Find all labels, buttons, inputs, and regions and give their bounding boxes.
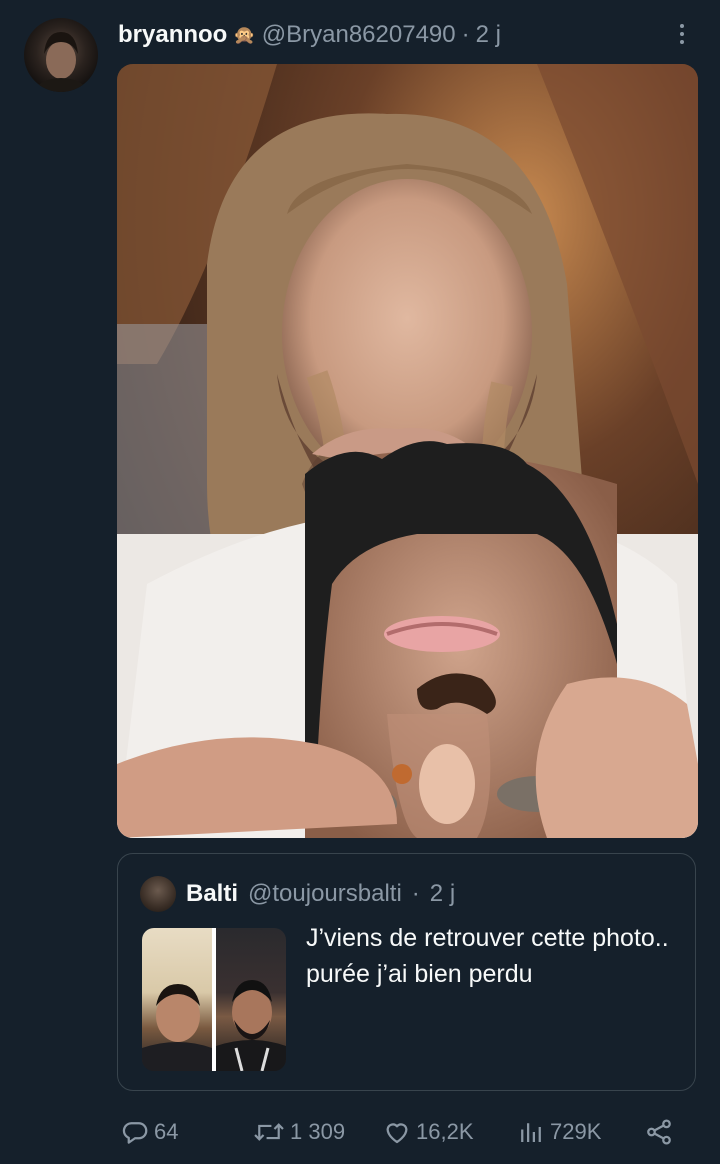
retweet-count: 1 309 xyxy=(290,1119,346,1144)
reply-count: 64 xyxy=(154,1119,179,1144)
reply-icon xyxy=(120,1117,150,1147)
like-button[interactable]: 16,2K xyxy=(382,1110,474,1154)
quoted-tweet-text: J’viens de retrouver cette photo.. purée… xyxy=(306,924,669,988)
retweet-icon xyxy=(252,1117,286,1147)
views-count: 729K xyxy=(550,1119,602,1144)
retweet-button[interactable]: 1 309 xyxy=(252,1110,345,1154)
quoted-tweet-header: Balti @toujoursbalti · 2 j xyxy=(140,876,455,912)
more-icon[interactable] xyxy=(666,20,698,48)
quoted-author-avatar xyxy=(140,876,176,912)
thumbnail-left-photo xyxy=(142,928,212,1071)
views-icon xyxy=(516,1117,546,1147)
quoted-tweet-time: 2 j xyxy=(429,880,456,907)
tweet-header: bryannoo 🙊 @Bryan86207490 · 2 j xyxy=(118,18,501,52)
quoted-tweet[interactable]: Balti @toujoursbalti · 2 j J’viens de re… xyxy=(117,853,696,1091)
reply-button[interactable]: 64 xyxy=(120,1110,178,1154)
like-icon xyxy=(382,1117,412,1147)
author-avatar[interactable] xyxy=(24,18,98,92)
author-name[interactable]: bryannoo xyxy=(118,21,227,49)
share-icon xyxy=(644,1117,674,1147)
thumbnail-right-photo xyxy=(216,928,286,1071)
quoted-separator-dot: · xyxy=(411,880,420,907)
tweet-actions-bar: 64 1 309 16,2K 729K xyxy=(118,1110,698,1154)
tweet-media-image[interactable] xyxy=(117,64,698,838)
quoted-author-name: Balti xyxy=(186,880,239,907)
views-button[interactable]: 729K xyxy=(516,1110,601,1154)
like-count: 16,2K xyxy=(416,1119,474,1144)
tweet-time[interactable]: 2 j xyxy=(476,21,501,49)
quoted-tweet-thumbnail xyxy=(142,928,286,1071)
separator-dot: · xyxy=(461,21,470,48)
quoted-author-handle: @toujoursbalti xyxy=(248,880,402,907)
author-emoji: 🙊 xyxy=(233,24,256,45)
author-handle[interactable]: @Bryan86207490 xyxy=(262,21,456,49)
share-button[interactable] xyxy=(644,1110,674,1154)
